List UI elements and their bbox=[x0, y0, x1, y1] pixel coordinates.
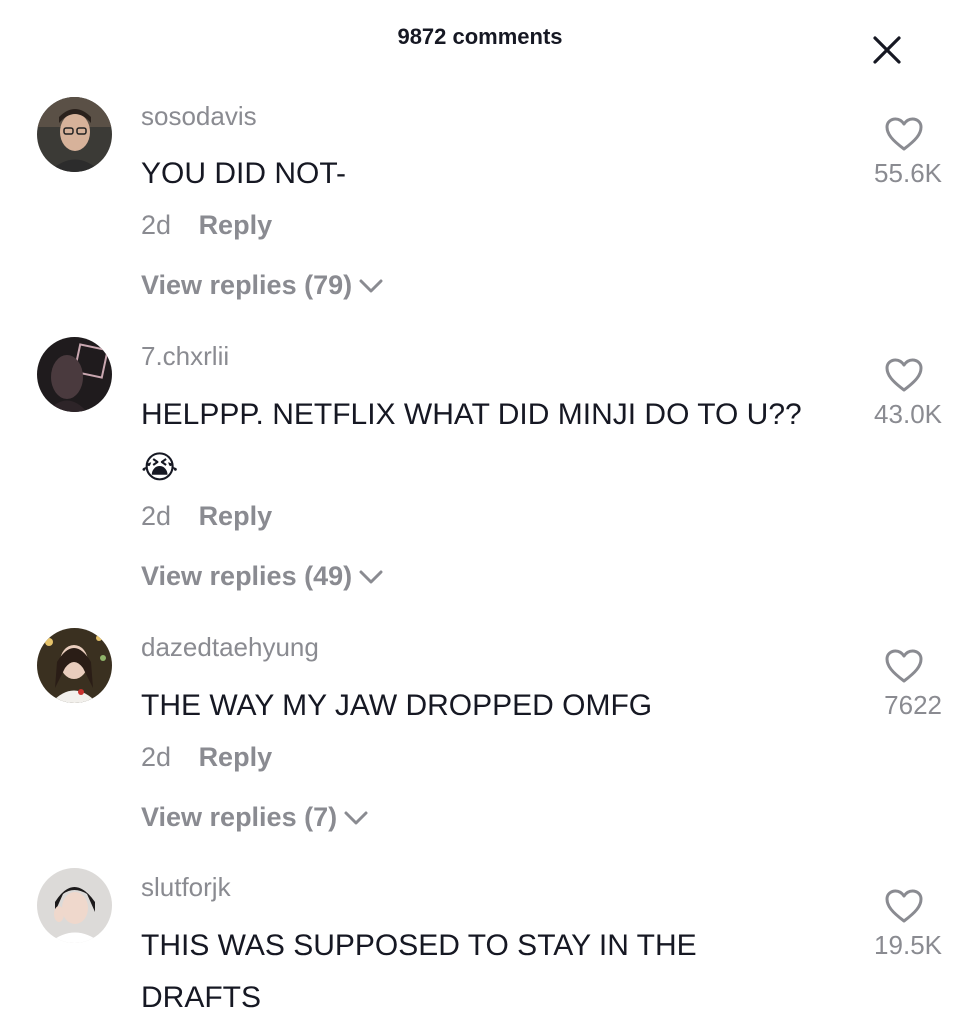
like-button[interactable] bbox=[884, 116, 924, 152]
avatar[interactable] bbox=[37, 337, 112, 412]
comment-text-content: THIS WAS SUPPOSED TO STAY IN THE DRAFTS bbox=[141, 929, 697, 1014]
comment-text-content: HELPPP. NETFLIX WHAT DID MINJI DO TO U?? bbox=[141, 398, 802, 431]
like-count: 55.6K bbox=[874, 158, 942, 188]
like-button[interactable] bbox=[884, 357, 924, 393]
view-replies-button[interactable]: View replies (79) bbox=[141, 270, 384, 301]
view-replies-label: View replies (79) bbox=[141, 270, 353, 300]
close-icon bbox=[873, 36, 901, 64]
comment-username[interactable]: slutforjk bbox=[141, 872, 231, 903]
view-replies-label: View replies (49) bbox=[141, 561, 353, 591]
comments-header-title: 9872 comments bbox=[397, 24, 563, 49]
comment-meta: 2d Reply bbox=[141, 742, 272, 773]
chevron-down-icon bbox=[359, 279, 383, 292]
crying-face-emoji: 😭 bbox=[141, 449, 179, 485]
reply-button[interactable]: Reply bbox=[199, 210, 273, 240]
reply-button[interactable]: Reply bbox=[199, 742, 273, 772]
comment-time: 2d bbox=[141, 210, 172, 240]
like-count: 7622 bbox=[884, 690, 942, 720]
view-replies-button[interactable]: View replies (7) bbox=[141, 802, 369, 833]
comment-text: YOU DID NOT- bbox=[141, 148, 821, 200]
like-button[interactable] bbox=[884, 888, 924, 924]
comment-time: 2d bbox=[141, 501, 172, 531]
comment-text-content: YOU DID NOT- bbox=[141, 157, 347, 190]
comment-text: THIS WAS SUPPOSED TO STAY IN THE DRAFTS bbox=[141, 920, 821, 1024]
reply-button[interactable]: Reply bbox=[199, 501, 273, 531]
comment-text: THE WAY MY JAW DROPPED OMFG bbox=[141, 680, 821, 732]
heart-outline-icon bbox=[885, 889, 923, 923]
comment-meta: 2d Reply bbox=[141, 501, 272, 532]
comment-text: HELPPP. NETFLIX WHAT DID MINJI DO TO U??… bbox=[141, 389, 821, 495]
chevron-down-icon bbox=[359, 570, 383, 583]
heart-outline-icon bbox=[885, 358, 923, 392]
comment-time: 2d bbox=[141, 742, 172, 772]
comment-username[interactable]: dazedtaehyung bbox=[141, 632, 319, 663]
like-count: 19.5K bbox=[874, 930, 942, 960]
chevron-down-icon bbox=[344, 811, 368, 824]
avatar[interactable] bbox=[37, 628, 112, 703]
heart-outline-icon bbox=[885, 649, 923, 683]
view-replies-button[interactable]: View replies (49) bbox=[141, 561, 384, 592]
heart-outline-icon bbox=[885, 117, 923, 151]
avatar[interactable] bbox=[37, 97, 112, 172]
avatar[interactable] bbox=[37, 868, 112, 943]
like-button[interactable] bbox=[884, 648, 924, 684]
close-button[interactable] bbox=[869, 32, 905, 68]
comment-meta: 2d Reply bbox=[141, 210, 272, 241]
comment-username[interactable]: sosodavis bbox=[141, 101, 257, 132]
like-count: 43.0K bbox=[874, 399, 942, 429]
comment-text-content: THE WAY MY JAW DROPPED OMFG bbox=[141, 689, 653, 722]
view-replies-label: View replies (7) bbox=[141, 802, 338, 832]
comment-username[interactable]: 7.chxrlii bbox=[141, 341, 229, 372]
